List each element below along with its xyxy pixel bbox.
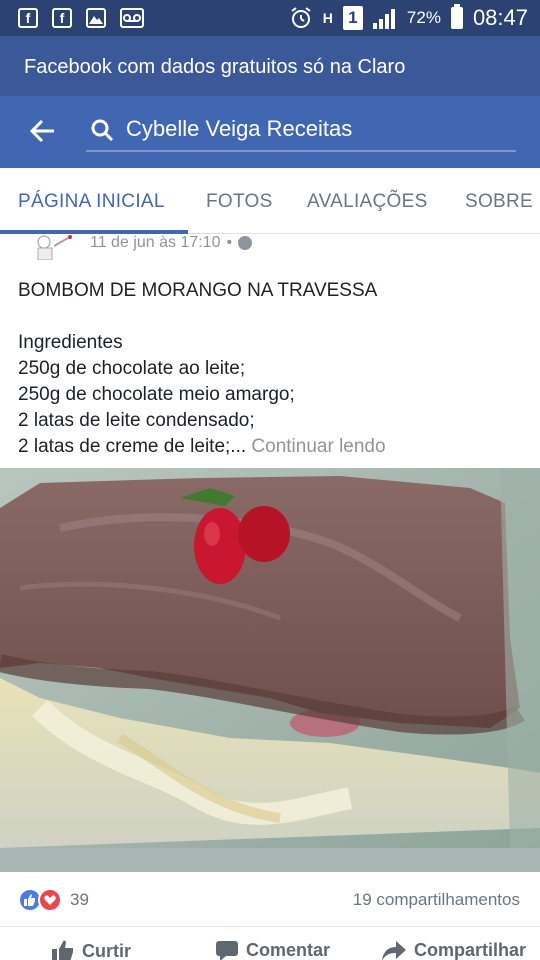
comment-button[interactable]: Comentar xyxy=(216,940,330,960)
facebook-icon: f xyxy=(18,8,38,28)
battery-percent: 72% xyxy=(406,8,441,27)
post-title: BOMBOM DE MORANGO NA TRAVESSA xyxy=(18,280,378,301)
tab-home[interactable]: PÁGINA INICIAL xyxy=(18,191,165,213)
page-tabs: PÁGINA INICIAL FOTOS AVALIAÇÕES SOBRE xyxy=(0,168,540,234)
post-date[interactable]: 11 de jun às 17:10 xyxy=(90,234,220,252)
post-actions: Curtir Comentar Compartilhar xyxy=(0,936,540,960)
facebook-icon: f xyxy=(52,8,72,28)
signal-icon xyxy=(372,9,395,29)
network-type: H xyxy=(322,10,333,26)
share-icon xyxy=(382,940,406,960)
like-label: Curtir xyxy=(82,940,131,960)
comment-label: Comentar xyxy=(246,940,331,960)
post-text: BOMBOM DE MORANGO NA TRAVESSA Ingredient… xyxy=(18,278,523,460)
post-line: Ingredientes xyxy=(18,332,123,353)
tab-photos[interactable]: FOTOS xyxy=(206,191,273,213)
like-button[interactable]: Curtir xyxy=(52,940,131,960)
globe-icon xyxy=(238,236,253,250)
post-line: 2 latas de leite condensado; xyxy=(18,410,255,431)
reaction-count: 39 xyxy=(70,890,89,909)
voicemail-icon xyxy=(120,8,144,28)
post-meta: 11 de jun às 17:10 • xyxy=(90,234,253,252)
thumbs-up-icon xyxy=(52,940,73,960)
search-icon xyxy=(91,119,114,142)
meta-separator: • xyxy=(226,234,233,251)
share-button[interactable]: Compartilhar xyxy=(382,940,526,960)
post-line: 2 latas de creme de leite;... xyxy=(18,436,247,457)
sim-icon: 1 xyxy=(342,6,363,30)
clock: 08:47 xyxy=(472,5,528,30)
post-photo[interactable] xyxy=(0,468,540,872)
share-label: Compartilhar xyxy=(414,940,527,960)
banner-text: Facebook com dados gratuitos só na Claro xyxy=(24,56,406,78)
continue-reading-link[interactable]: Continuar lendo xyxy=(251,436,385,457)
alarm-icon xyxy=(291,7,311,28)
search-header: Cybelle Veiga Receitas xyxy=(0,96,540,168)
search-query: Cybelle Veiga Receitas xyxy=(126,116,353,141)
status-bar: f f H 1 72% 08:47 xyxy=(0,0,540,36)
love-reaction-icon xyxy=(38,888,62,912)
page-avatar[interactable] xyxy=(30,232,76,261)
tab-about[interactable]: SOBRE xyxy=(465,191,533,213)
tab-reviews[interactable]: AVALIAÇÕES xyxy=(307,191,428,213)
search-input[interactable]: Cybelle Veiga Receitas xyxy=(86,110,516,152)
free-data-banner[interactable]: Facebook com dados gratuitos só na Claro xyxy=(0,36,540,96)
battery-icon xyxy=(450,4,463,29)
post-line: 250g de chocolate meio amargo; xyxy=(18,384,295,405)
divider xyxy=(0,926,540,927)
comment-icon xyxy=(216,940,238,960)
reaction-summary[interactable]: 39 xyxy=(18,888,89,912)
system-indicators: H 1 72% 08:47 xyxy=(289,4,528,31)
notification-icons: f f xyxy=(18,8,144,28)
back-arrow-icon[interactable] xyxy=(26,114,60,148)
gallery-icon xyxy=(86,8,106,28)
share-count[interactable]: 19 compartilhamentos xyxy=(353,890,520,910)
post-line: 250g de chocolate ao leite; xyxy=(18,358,246,379)
post-line-last: 2 latas de creme de leite;... Continuar … xyxy=(18,434,523,460)
